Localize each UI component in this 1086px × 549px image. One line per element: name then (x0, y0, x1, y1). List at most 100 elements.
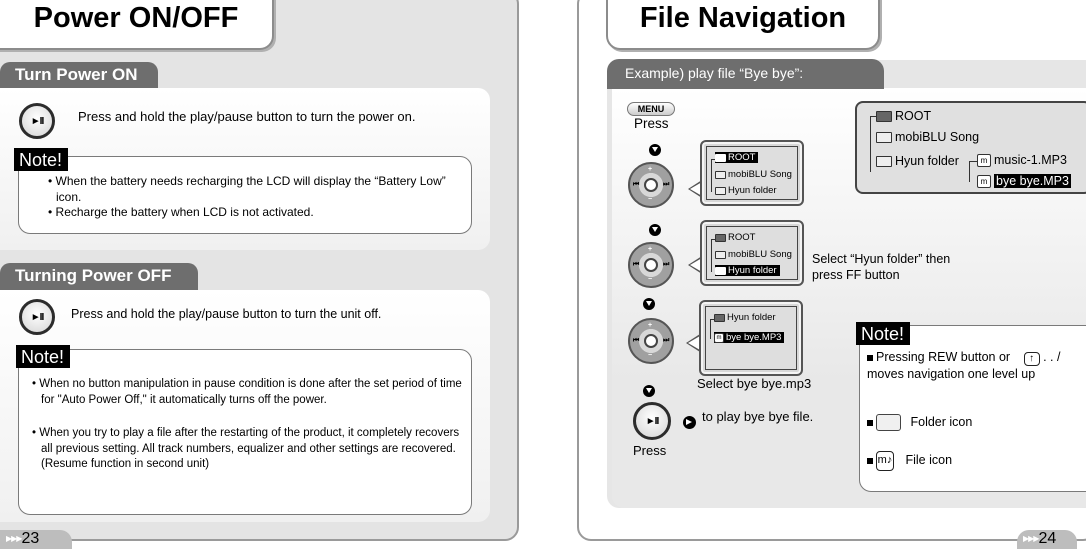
page-number-text: 23 (21, 530, 40, 547)
note-item-rew: Pressing REW button or ↑ . . / moves nav… (867, 349, 1082, 382)
note-item-text: Recharge the battery when LCD is not act… (55, 205, 314, 219)
control-wheel-icon: + − ⏮ ⏭ (628, 242, 674, 288)
note-item-text: When the battery needs recharging the LC… (55, 174, 446, 204)
fast-forward-icon: ⏭ (663, 261, 670, 268)
power-on-note-list: • When the battery needs recharging the … (48, 174, 448, 221)
tree-row-folder: Hyun folder (876, 154, 959, 168)
tree-line (969, 161, 977, 182)
note-item-text: Pressing REW button or (876, 350, 1011, 364)
tree-row-file: m music-1.MP3 (977, 153, 1067, 167)
lcd-row: Hyun folder (715, 265, 780, 276)
note-label: Note! (14, 148, 69, 171)
power-off-instruction: Press and hold the play/pause button to … (71, 307, 382, 321)
lcd-screen-step-3: Hyun folder m bye bye.MP3 (699, 300, 803, 376)
note-item-text: File icon (905, 453, 953, 468)
file-icon: m♪ (876, 451, 894, 471)
note-item-text: When no button manipulation in pause con… (39, 378, 462, 406)
folder-icon (715, 250, 726, 259)
file-icon: m (977, 174, 991, 188)
tree-row-file-selected: m bye bye.MP3 (977, 174, 1071, 188)
tree-row-label: ROOT (895, 109, 932, 123)
rewind-icon: ⏮ (633, 337, 640, 344)
rewind-icon: ⏮ (633, 261, 640, 268)
tree-row-folder: mobiBLU Song (876, 130, 979, 144)
tree-row-label: mobiBLU Song (895, 130, 980, 144)
note-item-folder: Folder icon (867, 414, 972, 431)
lcd-row-label: bye bye.MP3 (726, 332, 782, 343)
lcd-row-label: mobiBLU Song (728, 249, 792, 260)
play-pause-icon: ►II (633, 402, 671, 440)
minus-icon: − (648, 196, 653, 203)
folder-open-icon (714, 313, 725, 322)
rewind-icon: ⏮ (633, 181, 640, 188)
down-arrow-icon (643, 385, 655, 397)
tree-row-label: Hyun folder (895, 154, 959, 168)
play-pause-icon (644, 178, 658, 192)
play-pause-glyph: ►II (645, 415, 660, 427)
note-item: • When the battery needs recharging the … (48, 174, 446, 204)
file-icon: m (977, 153, 991, 167)
play-pause-icon (644, 334, 658, 348)
lcd-row: mobiBLU Song (715, 169, 792, 180)
lcd-row-label: ROOT (728, 152, 756, 163)
note-label: Note! (856, 322, 911, 345)
note-item-file: m♪ File icon (867, 451, 952, 471)
folder-icon (715, 186, 726, 195)
section-heading-power-on: Turn Power ON (0, 62, 158, 88)
lcd-row-label: Hyun folder (728, 185, 777, 196)
page-title: Power ON/OFF (33, 2, 239, 34)
page-number-text: 24 (1038, 530, 1057, 547)
plus-icon: + (648, 166, 653, 173)
play-pause-icon: ►II (19, 103, 55, 139)
lcd-row: m bye bye.MP3 (714, 332, 785, 343)
step-2-caption: Select “Hyun folder” then press FF butto… (812, 252, 951, 282)
up-level-icon: ↑ (1023, 352, 1040, 366)
arrow-icon: ▶▶▶ (6, 534, 23, 543)
control-wheel-icon: + − ⏮ ⏭ (628, 318, 674, 364)
lcd-row-label: ROOT (728, 232, 756, 243)
play-caption: to play bye bye file. (702, 409, 814, 424)
lcd-row: ROOT (715, 152, 759, 163)
control-wheel-icon: + − ⏮ ⏭ (628, 162, 674, 208)
page-number-left: ▶▶▶23 (0, 530, 72, 549)
folder-open-icon (876, 110, 892, 122)
lcd-row: Hyun folder (715, 185, 777, 196)
lcd-screen-step-2: ROOT mobiBLU Song Hyun folder (700, 220, 804, 286)
tree-row-label: music-1.MP3 (994, 153, 1067, 167)
folder-icon (876, 155, 892, 167)
play-pause-glyph: ►II (30, 115, 45, 127)
down-arrow-icon (649, 144, 661, 156)
note-item: • When no button manipulation in pause c… (32, 378, 462, 406)
play-pause-glyph: ►II (30, 311, 45, 323)
lcd-row: ROOT (715, 232, 755, 243)
play-pause-icon: ►II (19, 299, 55, 335)
menu-button: MENU (627, 102, 675, 116)
lcd-row-label: Hyun folder (727, 312, 776, 323)
plus-icon: + (648, 322, 653, 329)
arrow-icon: ▶▶▶ (1023, 534, 1040, 543)
callout-pointer (686, 334, 700, 352)
note-item: • When you try to play a file after the … (32, 427, 460, 470)
fast-forward-icon: ⏭ (663, 337, 670, 344)
tree-row-label: bye bye.MP3 (994, 174, 1071, 188)
folder-icon (876, 131, 892, 143)
power-on-instruction: Press and hold the play/pause button to … (78, 109, 416, 124)
tree-row-root: ROOT (876, 109, 931, 123)
press-label: Press (634, 116, 669, 131)
example-heading: Example) play file “Bye bye”: (607, 59, 884, 89)
lcd-row-label: Hyun folder (728, 265, 777, 276)
power-off-note-list: • When no button manipulation in pause c… (32, 377, 462, 473)
bullet-icon (867, 354, 873, 361)
page-title: File Navigation (639, 2, 847, 34)
plus-icon: + (648, 246, 653, 253)
bullet-icon (867, 419, 873, 426)
bullet-icon (867, 458, 873, 464)
lcd-screen-step-1: ROOT mobiBLU Song Hyun folder (700, 140, 804, 206)
folder-icon (715, 170, 726, 179)
note-item-text: Folder icon (910, 414, 973, 429)
down-arrow-icon (643, 298, 655, 310)
file-tree-lcd: ROOT mobiBLU Song Hyun folder m music-1.M… (855, 101, 1086, 194)
folder-icon (715, 266, 726, 275)
right-title-tab: File Navigation (606, 0, 880, 50)
lcd-row: Hyun folder (714, 312, 776, 323)
